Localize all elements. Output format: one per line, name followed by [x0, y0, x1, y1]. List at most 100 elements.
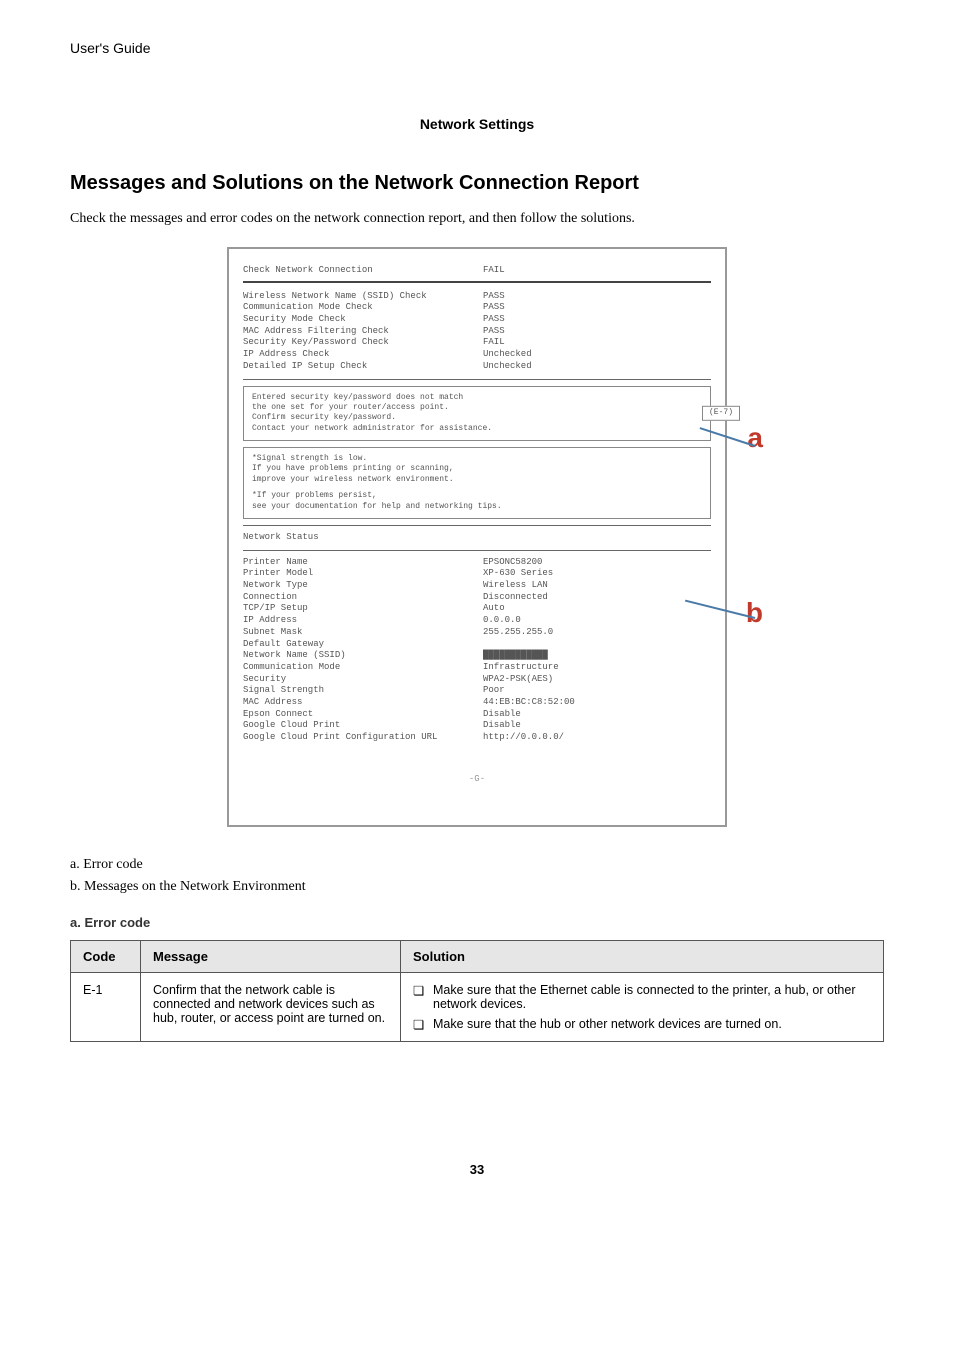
report-check-row: Communication Mode CheckPASS	[243, 302, 711, 314]
report-status-row: Google Cloud PrintDisable	[243, 720, 711, 732]
check-label: Wireless Network Name (SSID) Check	[243, 291, 483, 303]
report-title: Check Network Connection	[243, 265, 483, 277]
intro-paragraph: Check the messages and error codes on th…	[70, 211, 884, 227]
status-label: Default Gateway	[243, 639, 483, 651]
report-status-row: Printer ModelXP-630 Series	[243, 568, 711, 580]
report-check-row: IP Address CheckUnchecked	[243, 349, 711, 361]
report-status-row: Signal StrengthPoor	[243, 685, 711, 697]
report-title-value: FAIL	[483, 265, 711, 277]
msg-line: *Signal strength is low.	[252, 454, 702, 464]
check-label: IP Address Check	[243, 349, 483, 361]
cell-solution: Make sure that the Ethernet cable is con…	[401, 973, 884, 1042]
report-check-row: Security Key/Password CheckFAIL	[243, 337, 711, 349]
status-value: Disconnected	[483, 592, 711, 604]
report-check-row: Wireless Network Name (SSID) CheckPASS	[243, 291, 711, 303]
th-message: Message	[141, 941, 401, 973]
report-error-message: Entered security key/password does not m…	[243, 386, 711, 442]
check-label: MAC Address Filtering Check	[243, 326, 483, 338]
error-code-badge: (E-7)	[702, 406, 740, 420]
solution-item: Make sure that the Ethernet cable is con…	[413, 983, 871, 1011]
network-report-preview: Check Network Connection FAIL Wireless N…	[227, 247, 727, 827]
report-status-row: TCP/IP SetupAuto	[243, 603, 711, 615]
report-check-row: Detailed IP Setup CheckUnchecked	[243, 361, 711, 373]
report-status-row: Google Cloud Print Configuration URLhttp…	[243, 732, 711, 744]
status-label: TCP/IP Setup	[243, 603, 483, 615]
report-check-row: Security Mode CheckPASS	[243, 314, 711, 326]
check-label: Security Key/Password Check	[243, 337, 483, 349]
status-label: Epson Connect	[243, 709, 483, 721]
check-label: Communication Mode Check	[243, 302, 483, 314]
network-status-title: Network Status	[243, 532, 711, 544]
callout-label-a: a	[747, 422, 763, 454]
report-figure: Check Network Connection FAIL Wireless N…	[70, 247, 884, 827]
cell-message: Confirm that the network cable is connec…	[141, 973, 401, 1042]
report-environment-message: *Signal strength is low. If you have pro…	[243, 447, 711, 519]
msg-line: Entered security key/password does not m…	[252, 393, 702, 403]
status-label: Connection	[243, 592, 483, 604]
status-value: Poor	[483, 685, 711, 697]
report-status-row: Subnet Mask255.255.255.0	[243, 627, 711, 639]
status-value: 0.0.0.0	[483, 615, 711, 627]
msg-line: improve your wireless network environmen…	[252, 475, 702, 485]
legend-a: a. Error code	[70, 857, 884, 873]
status-label: Printer Model	[243, 568, 483, 580]
status-label: Network Name (SSID)	[243, 650, 483, 662]
solution-item: Make sure that the hub or other network …	[413, 1017, 871, 1031]
report-status-row: MAC Address44:EB:BC:C8:52:00	[243, 697, 711, 709]
cell-code: E-1	[71, 973, 141, 1042]
report-status-row: Network Name (SSID)████████████	[243, 650, 711, 662]
check-value: PASS	[483, 291, 711, 303]
status-value: EPSONC58200	[483, 557, 711, 569]
check-value: PASS	[483, 314, 711, 326]
status-label: Google Cloud Print	[243, 720, 483, 732]
status-value: ████████████	[483, 650, 711, 662]
msg-line: If you have problems printing or scannin…	[252, 464, 702, 474]
status-label: Signal Strength	[243, 685, 483, 697]
report-status-row: Default Gateway	[243, 639, 711, 651]
report-status-row: Epson ConnectDisable	[243, 709, 711, 721]
table-row: E-1Confirm that the network cable is con…	[71, 973, 884, 1042]
th-code: Code	[71, 941, 141, 973]
status-label: Printer Name	[243, 557, 483, 569]
g-marker: -G-	[243, 774, 711, 786]
status-value: 255.255.255.0	[483, 627, 711, 639]
report-status-row: Printer NameEPSONC58200	[243, 557, 711, 569]
report-status-row: ConnectionDisconnected	[243, 592, 711, 604]
check-value: Unchecked	[483, 349, 711, 361]
msg-line: *If your problems persist,	[252, 491, 702, 501]
check-value: Unchecked	[483, 361, 711, 373]
table-header-row: Code Message Solution	[71, 941, 884, 973]
status-label: Network Type	[243, 580, 483, 592]
status-value: http://0.0.0.0/	[483, 732, 711, 744]
main-heading: Messages and Solutions on the Network Co…	[70, 172, 884, 195]
check-label: Security Mode Check	[243, 314, 483, 326]
status-value	[483, 639, 711, 651]
status-value: Disable	[483, 709, 711, 721]
status-value: Wireless LAN	[483, 580, 711, 592]
status-label: IP Address	[243, 615, 483, 627]
status-label: Subnet Mask	[243, 627, 483, 639]
msg-line: see your documentation for help and netw…	[252, 502, 702, 512]
status-label: Google Cloud Print Configuration URL	[243, 732, 483, 744]
section-title: Network Settings	[70, 116, 884, 132]
callout-label-b: b	[746, 597, 763, 629]
report-status-row: Network TypeWireless LAN	[243, 580, 711, 592]
msg-line: the one set for your router/access point…	[252, 403, 702, 413]
check-value: PASS	[483, 302, 711, 314]
check-value: PASS	[483, 326, 711, 338]
th-solution: Solution	[401, 941, 884, 973]
legend-b: b. Messages on the Network Environment	[70, 879, 884, 895]
status-value: Infrastructure	[483, 662, 711, 674]
page-header: User's Guide	[70, 40, 884, 56]
status-label: MAC Address	[243, 697, 483, 709]
report-status-row: SecurityWPA2-PSK(AES)	[243, 674, 711, 686]
status-value: WPA2-PSK(AES)	[483, 674, 711, 686]
error-code-table: Code Message Solution E-1Confirm that th…	[70, 940, 884, 1042]
status-value: XP-630 Series	[483, 568, 711, 580]
error-code-subheading: a. Error code	[70, 915, 884, 930]
msg-line: Contact your network administrator for a…	[252, 424, 702, 434]
report-status-row: Communication ModeInfrastructure	[243, 662, 711, 674]
status-value: 44:EB:BC:C8:52:00	[483, 697, 711, 709]
status-value: Auto	[483, 603, 711, 615]
check-value: FAIL	[483, 337, 711, 349]
